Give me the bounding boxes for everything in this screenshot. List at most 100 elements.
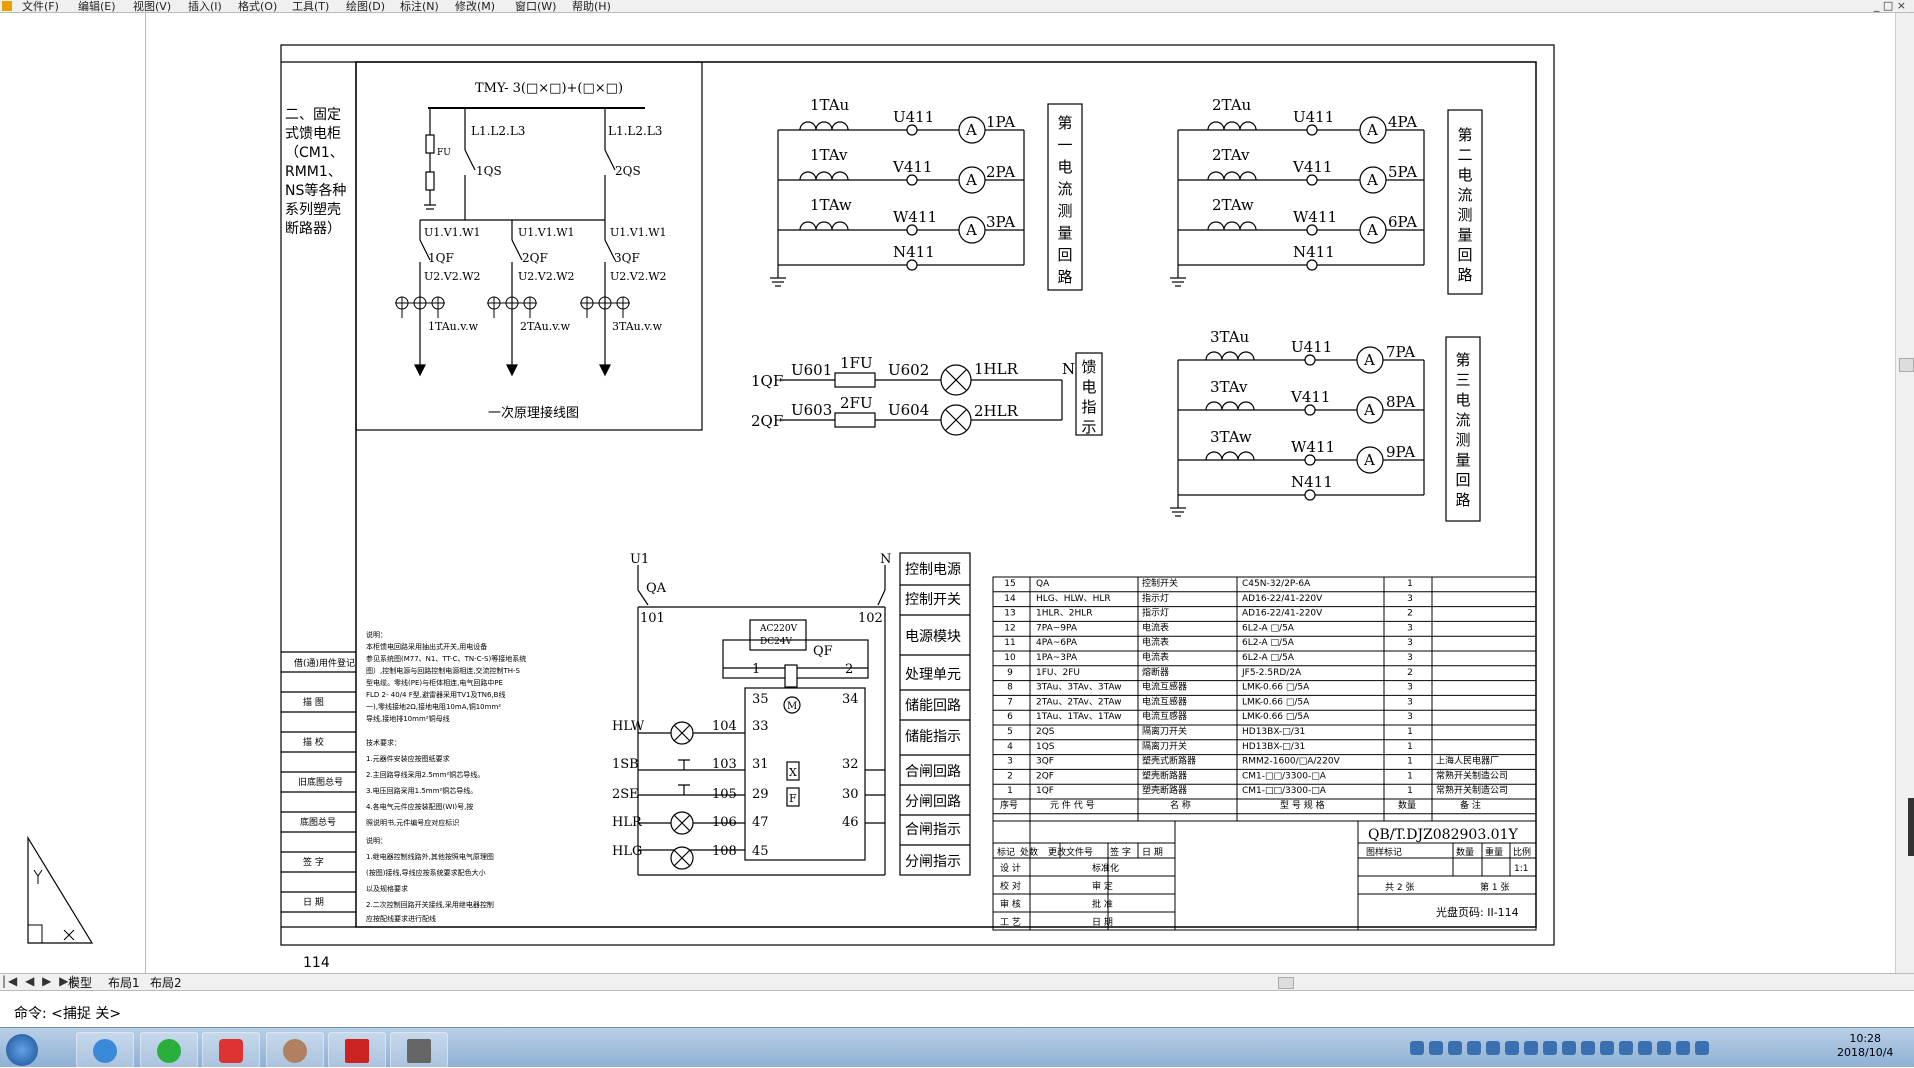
start-button[interactable]: [6, 1034, 38, 1066]
tab-layout2[interactable]: 布局2: [150, 974, 182, 991]
bom-cell: 14: [1004, 594, 1016, 604]
primary-caption: 一次原理接线图: [488, 405, 579, 421]
tab-nav-arrows[interactable]: |◀ ◀ ▶ ▶|: [2, 974, 76, 988]
bom-header: 序号: [1000, 799, 1018, 811]
box-char: 流: [1057, 180, 1072, 198]
role-label: 校 对: [1000, 880, 1021, 892]
box-char: 路: [1457, 266, 1472, 284]
clock[interactable]: 10:28 2018/10/4: [1837, 1032, 1893, 1060]
ctl-2se: 2SE: [612, 787, 639, 802]
ctl-side-label: 分闸回路: [905, 794, 961, 810]
box-char: 回: [1057, 246, 1072, 264]
rev-header: 更改文件号: [1048, 846, 1093, 858]
bom-cell: 7: [1007, 697, 1013, 707]
ta-label: 2TAw: [1212, 196, 1254, 214]
uvw1-label-2: U1.V1.W1: [518, 226, 575, 239]
ctl-n1: 1: [752, 662, 760, 677]
bom-cell: LMK-0.66 □/5A: [1242, 712, 1310, 722]
note-line: 型电缆。零线(PE)与柜体相连,电气回路中PE: [366, 678, 503, 687]
bom-cell: 1: [1407, 757, 1413, 767]
bom-cell: AD16-22/41-220V: [1242, 594, 1323, 604]
taskbar-avatar[interactable]: [266, 1032, 324, 1068]
feeder-u602: U602: [888, 361, 929, 379]
bom-cell: 2: [1407, 668, 1413, 678]
bom-cell: 3: [1407, 697, 1413, 707]
ctl-1sb: 1SB: [612, 757, 639, 772]
command-text: 命令: <捕捉 关>: [14, 1006, 122, 1022]
taskbar-cad[interactable]: [328, 1032, 386, 1068]
bom-cell: 熔断器: [1142, 666, 1169, 678]
system-tray[interactable]: [1410, 1040, 1790, 1056]
phase-label: N411: [893, 243, 935, 261]
role-label: 设 计: [1000, 862, 1021, 874]
box-char: 电: [1081, 378, 1096, 396]
layout-tab-bar: |◀ ◀ ▶ ▶| 模型 布局1 布局2: [0, 973, 1914, 990]
uvw1-label-1: U1.V1.W1: [424, 226, 481, 239]
ctl-104: 104: [712, 719, 737, 734]
ctl-n2: 2: [845, 662, 853, 677]
ta2-label: 2TAu.v.w: [520, 320, 571, 333]
box-char: 指: [1081, 398, 1096, 416]
note-line: 说明：: [366, 630, 387, 639]
ctl-46: 46: [842, 815, 859, 830]
qf1-label: 1QF: [428, 251, 454, 265]
note-line: 应按配线要求进行配线: [366, 914, 436, 923]
bom-cell: 3TAu、3TAv、3TAw: [1036, 683, 1122, 693]
note-line: 1.继电器控制线路外,其他按照电气原理图: [366, 852, 494, 861]
ctl-29: 29: [752, 787, 769, 802]
bom-cell: 8: [1007, 683, 1013, 693]
tab-model[interactable]: 模型: [68, 974, 92, 991]
uvw1-label-3: U1.V1.W1: [610, 226, 667, 239]
note-line: 4.各电气元件应按装配图(WI)号,按: [366, 802, 473, 811]
tb-sheet: 第 1 张: [1480, 881, 1509, 893]
bom-cell: 1: [1407, 742, 1413, 752]
feeder-u603: U603: [791, 401, 832, 419]
clock-date: 2018/10/4: [1837, 1046, 1894, 1059]
bom-cell: 1: [1407, 579, 1413, 589]
note-line: 2.主回路导线采用2.5mm²铜芯导线。: [366, 770, 484, 779]
ctl-108: 108: [712, 844, 737, 859]
bom-cell: AD16-22/41-220V: [1242, 609, 1323, 619]
uvw2-label-1: U2.V2.W2: [424, 270, 481, 283]
motor-symbol: M: [787, 701, 797, 712]
taskbar-wechat[interactable]: [140, 1032, 198, 1068]
horizontal-scroll-thumb[interactable]: [1278, 977, 1294, 989]
taskbar-wps[interactable]: [202, 1032, 260, 1068]
phase-label: U411: [1293, 108, 1334, 126]
uvw2-label-2: U2.V2.W2: [518, 270, 575, 283]
bom-cell: 电流表: [1142, 621, 1169, 633]
bom-cell: JF5-2.5RD/2A: [1241, 668, 1302, 678]
tab-layout1[interactable]: 布局1: [108, 974, 140, 991]
bom-cell: 常熟开关制造公司: [1436, 769, 1508, 781]
ctl-n35: 35: [752, 692, 769, 707]
ctl-side-label: 处理单元: [905, 667, 961, 683]
bom-cell: QA: [1036, 579, 1050, 589]
bom-cell: 3: [1407, 712, 1413, 722]
bom-cell: 3: [1407, 623, 1413, 633]
command-line[interactable]: 命令: <捕捉 关>: [0, 990, 1914, 1027]
bom-cell: HLG、HLW、HLR: [1036, 594, 1111, 604]
bom-header: 数量: [1398, 799, 1416, 811]
taskbar-browser[interactable]: [76, 1032, 134, 1068]
box-char: 电: [1457, 166, 1472, 184]
left-label: 描 校: [303, 736, 324, 748]
bom-cell: 2QF: [1036, 771, 1054, 781]
box-char: 流: [1457, 186, 1472, 204]
ctl-47: 47: [752, 815, 769, 830]
note-line: 一),零线接地2Ω,接地电阻10mA,铜10mm²: [366, 702, 501, 711]
bom-cell: 15: [1004, 579, 1015, 589]
notes-block: 说明： 本柜馈电回路采用抽出式开关,用电设备 参见系统图(M77、N1、TT-C…: [366, 630, 526, 923]
pa-label: 4PA: [1388, 113, 1417, 131]
note-line: 2.二次控制回路开关接线,采用继电器控制: [366, 900, 494, 909]
page-number: 114: [303, 955, 330, 971]
feeder-u604: U604: [888, 401, 929, 419]
ctl-u1: U1: [630, 552, 649, 567]
box-char: 电: [1455, 391, 1470, 409]
bom-cell: 3: [1407, 638, 1413, 648]
ta-label: 1TAv: [810, 146, 848, 164]
ammeter-symbol: A: [1366, 171, 1378, 189]
note-line: 本柜馈电回路采用抽出式开关,用电设备: [366, 642, 487, 651]
bom-cell: 1: [1007, 786, 1013, 796]
bom-cell: 塑壳式断路器: [1142, 755, 1196, 767]
taskbar-app[interactable]: [390, 1032, 448, 1068]
